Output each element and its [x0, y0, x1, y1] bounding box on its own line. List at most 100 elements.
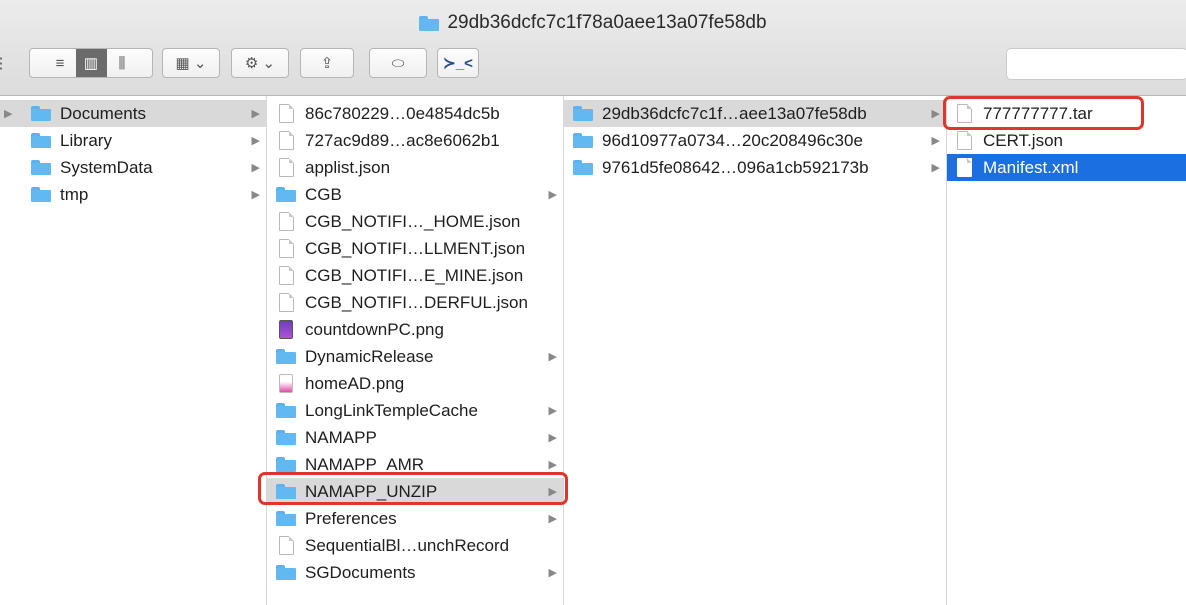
folder-icon — [573, 160, 593, 175]
file-row[interactable]: CGB_NOTIFI…_HOME.json — [267, 208, 563, 235]
title-bar: 29db36dcfc7c1f78a0aee13a07fe58db — [0, 8, 1186, 38]
window-title: 29db36dcfc7c1f78a0aee13a07fe58db — [447, 12, 767, 33]
disclosure-arrow-icon: ▶ — [251, 189, 260, 201]
row-icon — [275, 266, 297, 285]
file-row[interactable]: SequentialBl…unchRecord — [267, 532, 563, 559]
folder-row[interactable]: 96d10977a0734…20c208496c30e ▶ — [564, 127, 946, 154]
row-label: NAMAPP — [305, 427, 377, 447]
folder-icon — [276, 565, 296, 580]
row-icon — [275, 187, 297, 202]
file-row[interactable]: homeAD.png — [267, 370, 563, 397]
folder-row[interactable]: NAMAPP ▶ — [267, 424, 563, 451]
row-label: CGB_NOTIFI…DERFUL.json — [305, 292, 528, 312]
list-view-icon[interactable]: ≡ — [45, 49, 76, 77]
finder-window: 29db36dcfc7c1f78a0aee13a07fe58db ⋮ ≡ ▥ ⫼… — [0, 0, 1186, 605]
row-label: Documents — [60, 103, 146, 123]
file-row[interactable]: CGB_NOTIFI…LLMENT.json — [267, 235, 563, 262]
folder-row[interactable]: SGDocuments ▶ — [267, 559, 563, 586]
row-label: 727ac9d89…ac8e6062b1 — [305, 130, 500, 150]
document-icon — [278, 158, 294, 177]
row-label: CERT.json — [983, 130, 1063, 150]
overflow-glyph: ⋮ — [0, 55, 9, 72]
arrange-button[interactable]: ▦ ⌄ — [162, 48, 220, 78]
document-icon — [278, 239, 294, 258]
folder-row[interactable]: Documents ▶ — [0, 100, 266, 127]
document-icon — [278, 293, 294, 312]
row-icon — [275, 131, 297, 150]
file-row[interactable]: Manifest.xml — [947, 154, 1186, 181]
folder-row[interactable]: SystemData ▶ — [0, 154, 266, 181]
arrange-icon: ▦ ⌄ — [175, 55, 207, 72]
folder-row[interactable]: tmp ▶ — [0, 181, 266, 208]
overflow-icon[interactable]: ⋮ — [0, 48, 9, 78]
column-1: Documents ▶ Library ▶ SystemData ▶ tmp ▶ ▶ — [0, 96, 267, 605]
disclosure-arrow-icon: ▶ — [931, 162, 940, 174]
row-icon — [275, 239, 297, 258]
row-label: homeAD.png — [305, 373, 405, 393]
row-icon — [953, 158, 975, 177]
file-row[interactable]: 86c780229…0e4854dc5b — [267, 100, 563, 127]
row-label: CGB_NOTIFI…E_MINE.json — [305, 265, 524, 285]
window-chrome: 29db36dcfc7c1f78a0aee13a07fe58db ⋮ ≡ ▥ ⫼… — [0, 0, 1186, 96]
folder-row[interactable]: 9761d5fe08642…096a1cb592173b ▶ — [564, 154, 946, 181]
disclosure-arrow-icon: ▶ — [931, 108, 940, 120]
file-row[interactable]: applist.json — [267, 154, 563, 181]
share-button[interactable]: ⇪ — [300, 48, 354, 78]
folder-row[interactable]: 29db36dcfc7c1f…aee13a07fe58db ▶ — [564, 100, 946, 127]
row-icon — [572, 133, 594, 148]
coverflow-view-icon[interactable]: ⫼ — [107, 49, 138, 77]
column-view-icon[interactable]: ▥ — [75, 49, 107, 77]
folder-icon — [31, 160, 51, 175]
expand-arrow-icon: ▶ — [4, 108, 13, 120]
image-file-icon — [279, 320, 293, 339]
row-icon — [275, 104, 297, 123]
document-icon — [278, 104, 294, 123]
folder-icon — [31, 133, 51, 148]
folder-row[interactable]: DynamicRelease ▶ — [267, 343, 563, 370]
folder-icon — [419, 15, 440, 31]
row-label: LongLinkTempleCache — [305, 400, 478, 420]
view-mode-segmented-control[interactable]: ≡ ▥ ⫼ — [29, 48, 153, 78]
terminal-button[interactable]: ≻_< — [437, 48, 479, 78]
disclosure-arrow-icon: ▶ — [548, 513, 557, 525]
row-icon — [275, 158, 297, 177]
row-icon — [275, 565, 297, 580]
row-label: Preferences — [305, 508, 397, 528]
folder-icon — [276, 403, 296, 418]
file-row[interactable]: 727ac9d89…ac8e6062b1 — [267, 127, 563, 154]
row-label: DynamicRelease — [305, 346, 434, 366]
tag-button[interactable]: ⬭ — [369, 48, 427, 78]
row-label: 96d10977a0734…20c208496c30e — [602, 130, 863, 150]
file-row[interactable]: countdownPC.png — [267, 316, 563, 343]
folder-icon — [276, 349, 296, 364]
folder-row[interactable]: LongLinkTempleCache ▶ — [267, 397, 563, 424]
column-4: 777777777.tar CERT.json Manifest.xml — [947, 96, 1186, 605]
file-row[interactable]: CERT.json — [947, 127, 1186, 154]
row-icon — [275, 212, 297, 231]
row-icon — [275, 403, 297, 418]
folder-icon — [31, 106, 51, 121]
row-icon — [275, 293, 297, 312]
search-field[interactable] — [1006, 48, 1186, 80]
disclosure-arrow-icon: ▶ — [251, 162, 260, 174]
row-label: 29db36dcfc7c1f…aee13a07fe58db — [602, 103, 867, 123]
row-icon — [275, 374, 297, 393]
disclosure-arrow-icon: ▶ — [251, 108, 260, 120]
row-icon — [953, 131, 975, 150]
document-icon — [956, 158, 972, 177]
action-button[interactable]: ⚙ ⌄ — [231, 48, 289, 78]
document-icon — [956, 131, 972, 150]
file-row[interactable]: CGB_NOTIFI…E_MINE.json — [267, 262, 563, 289]
image-file-icon — [279, 374, 293, 393]
folder-row[interactable]: Library ▶ — [0, 127, 266, 154]
row-icon — [275, 536, 297, 555]
file-row[interactable]: CGB_NOTIFI…DERFUL.json — [267, 289, 563, 316]
folder-row[interactable]: CGB ▶ — [267, 181, 563, 208]
row-icon — [30, 133, 52, 148]
column-3: 29db36dcfc7c1f…aee13a07fe58db ▶ 96d10977a0… — [564, 96, 947, 605]
folder-row[interactable]: Preferences ▶ — [267, 505, 563, 532]
highlight-box-tar-file — [943, 96, 1144, 130]
row-label: SystemData — [60, 157, 153, 177]
disclosure-arrow-icon: ▶ — [931, 135, 940, 147]
disclosure-arrow-icon: ▶ — [548, 405, 557, 417]
